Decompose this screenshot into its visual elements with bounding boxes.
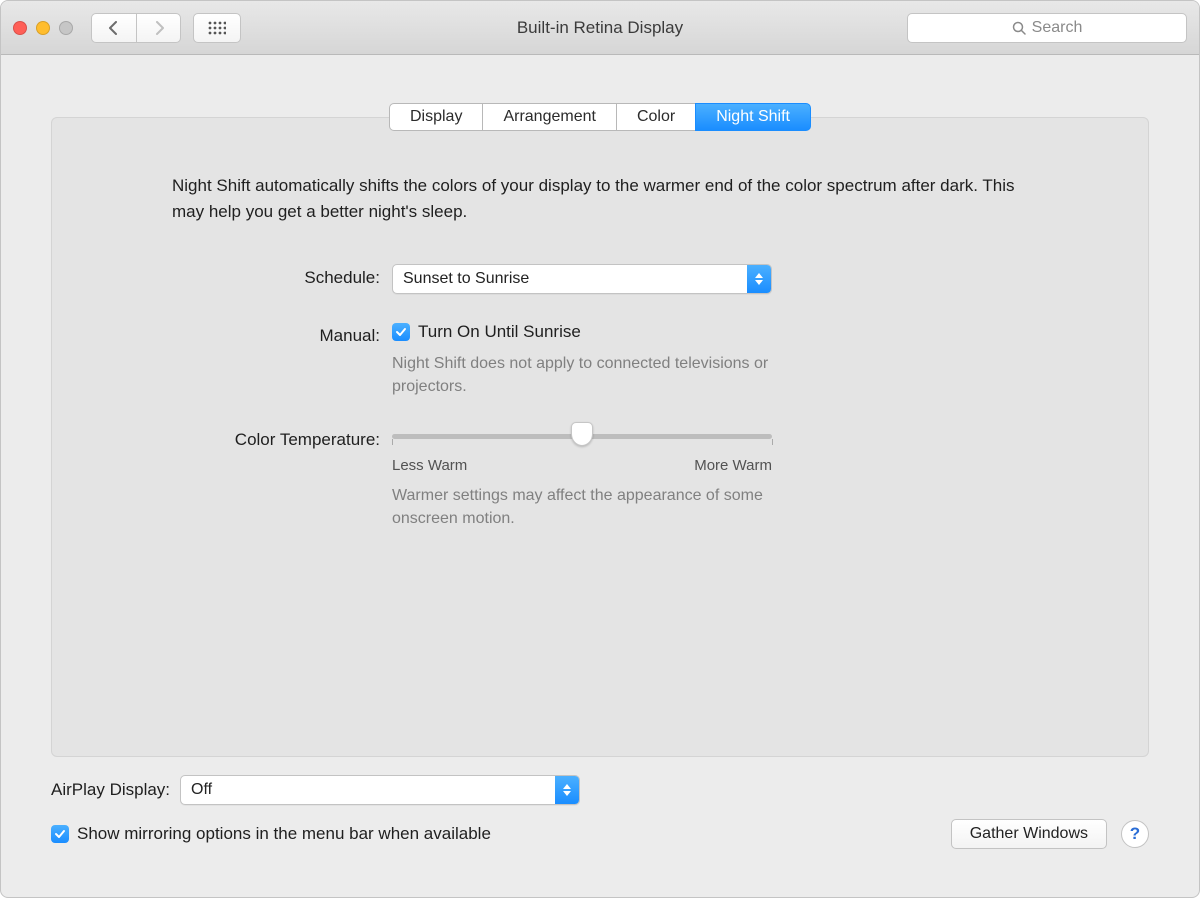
temperature-hint: Warmer settings may affect the appearanc… [392,484,772,530]
manual-row: Manual: Turn On Until Sunrise Night Shif… [172,322,1028,398]
gather-windows-button[interactable]: Gather Windows [951,819,1107,849]
slider-min-label: Less Warm [392,457,467,474]
schedule-row: Schedule: Sunset to Sunrise [172,264,1028,294]
checkmark-icon [395,326,407,338]
airplay-label: AirPlay Display: [51,780,170,800]
manual-checkbox[interactable] [392,323,410,341]
chevron-right-icon [153,21,165,35]
bottom-area: AirPlay Display: Off Show mirroring opti… [51,775,1149,849]
tab-group: Display Arrangement Color Night Shift [389,103,811,131]
help-icon: ? [1130,824,1140,844]
temperature-row: Color Temperature: Less Warm More Warm [172,426,1028,530]
checkmark-icon [54,828,66,840]
schedule-label: Schedule: [172,264,392,288]
night-shift-panel: Night Shift automatically shifts the col… [51,117,1149,757]
airplay-row: AirPlay Display: Off [51,775,1149,805]
close-window-button[interactable] [13,21,27,35]
updown-icon [555,776,579,804]
back-button[interactable] [91,13,136,43]
mirroring-checkbox-label: Show mirroring options in the menu bar w… [77,824,491,844]
airplay-value: Off [181,781,555,799]
manual-checkbox-line[interactable]: Turn On Until Sunrise [392,322,1028,342]
temperature-label: Color Temperature: [172,426,392,450]
zoom-window-button[interactable] [59,21,73,35]
search-icon [1012,21,1026,35]
tab-label: Color [637,108,675,126]
panel-description: Night Shift automatically shifts the col… [172,173,1028,226]
schedule-select[interactable]: Sunset to Sunrise [392,264,772,294]
nav-buttons [91,13,181,43]
window-controls [13,21,73,35]
mirroring-row: Show mirroring options in the menu bar w… [51,819,1149,849]
gather-windows-label: Gather Windows [970,825,1088,843]
titlebar: Built-in Retina Display Search [1,1,1199,55]
manual-hint: Night Shift does not apply to connected … [392,352,772,398]
mirroring-checkbox[interactable] [51,825,69,843]
mirroring-checkbox-line[interactable]: Show mirroring options in the menu bar w… [51,824,491,844]
manual-checkbox-label: Turn On Until Sunrise [418,322,581,342]
slider-max-label: More Warm [694,457,772,474]
tab-night-shift[interactable]: Night Shift [695,103,811,131]
search-placeholder: Search [1032,19,1083,37]
minimize-window-button[interactable] [36,21,50,35]
airplay-select[interactable]: Off [180,775,580,805]
tab-arrangement[interactable]: Arrangement [482,103,617,131]
manual-label: Manual: [172,322,392,346]
grid-icon [208,21,226,35]
chevron-left-icon [108,21,120,35]
slider-knob[interactable] [571,422,593,446]
tab-label: Display [410,108,462,126]
tab-label: Arrangement [503,108,596,126]
preferences-window: Built-in Retina Display Search Display A… [0,0,1200,898]
forward-button[interactable] [136,13,181,43]
temperature-slider[interactable]: Less Warm More Warm [392,426,772,474]
help-button[interactable]: ? [1121,820,1149,848]
updown-icon [747,265,771,293]
schedule-value: Sunset to Sunrise [393,270,747,288]
show-all-button[interactable] [193,13,241,43]
tab-label: Night Shift [716,108,790,126]
search-input[interactable]: Search [907,13,1187,43]
slider-labels: Less Warm More Warm [392,457,772,474]
content-area: Display Arrangement Color Night Shift Ni… [1,55,1199,897]
tab-display[interactable]: Display [389,103,483,131]
tab-color[interactable]: Color [616,103,696,131]
